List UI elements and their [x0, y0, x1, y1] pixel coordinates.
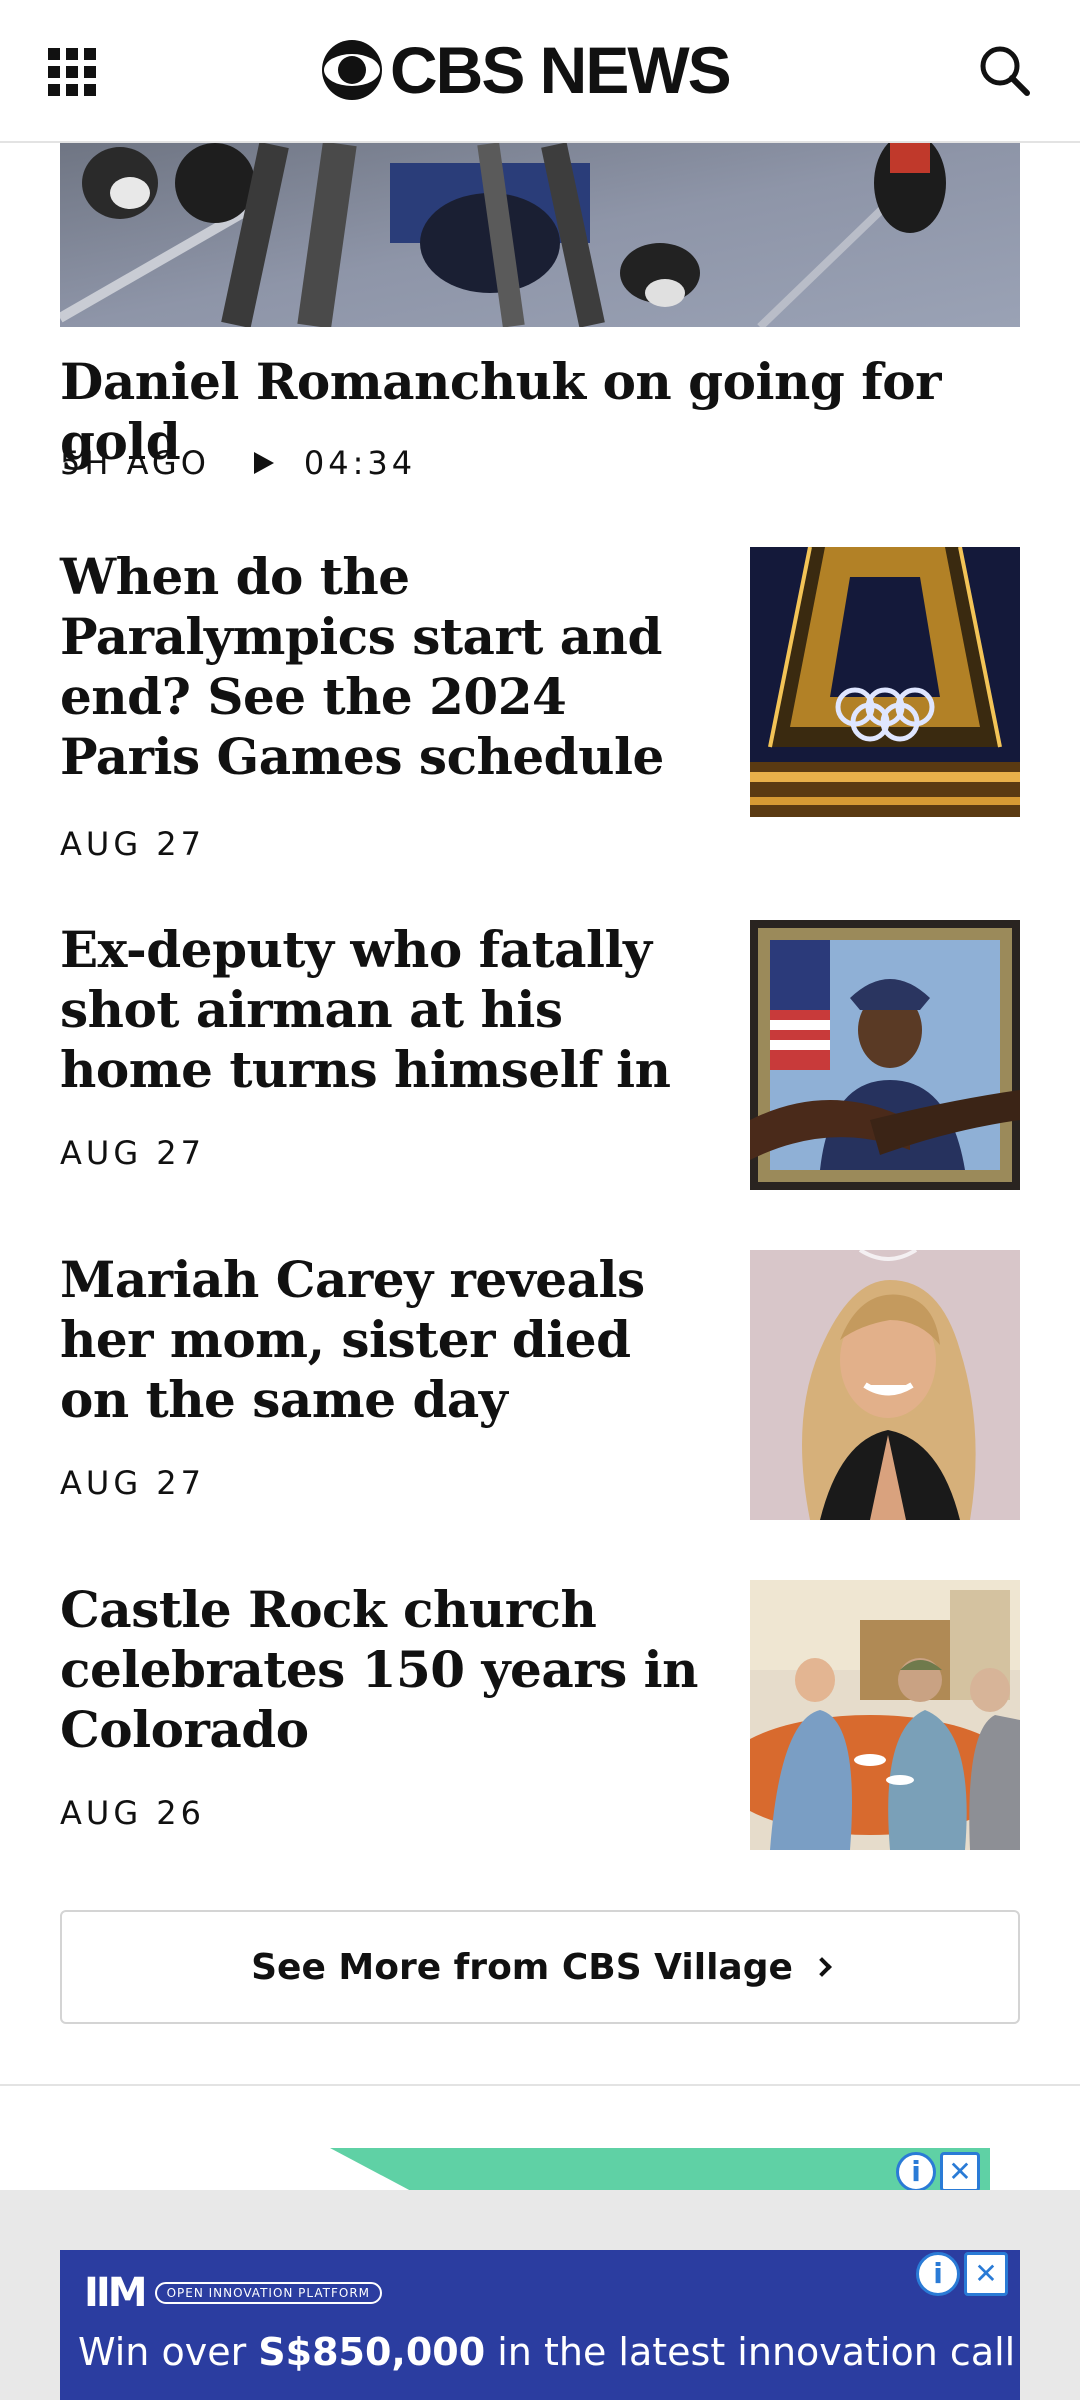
- ad-partial-banner[interactable]: [60, 2148, 990, 2190]
- article-thumbnail[interactable]: [750, 920, 1020, 1190]
- article-thumbnail[interactable]: [750, 1250, 1020, 1520]
- ad-pill: OPEN INNOVATION PLATFORM: [154, 2282, 383, 2304]
- chevron-right-icon: [811, 1957, 832, 1977]
- list-item[interactable]: Ex-deputy who fatally shot airman at his…: [60, 920, 1020, 1200]
- article-date: AUG 26: [60, 1794, 205, 1832]
- ad-controls-top: i ✕: [896, 2152, 980, 2192]
- cbs-eye-icon: [322, 40, 382, 100]
- article-date: AUG 27: [60, 1134, 205, 1172]
- list-item[interactable]: Castle Rock church celebrates 150 years …: [60, 1580, 1020, 1860]
- cbs-news-logo[interactable]: CBS NEWS: [322, 33, 732, 107]
- ad-info-icon[interactable]: i: [916, 2252, 960, 2296]
- top-app-bar: CBS NEWS: [0, 0, 1080, 143]
- article-headline[interactable]: Castle Rock church celebrates 150 years …: [60, 1580, 700, 1760]
- logo-text: CBS NEWS: [390, 33, 732, 107]
- ad-headline-amount: S$850,000: [258, 2330, 486, 2374]
- article-date: AUG 27: [60, 825, 205, 863]
- hero-time: 5H AGO: [60, 444, 210, 482]
- search-icon[interactable]: [976, 42, 1032, 98]
- hero-video-thumbnail[interactable]: [60, 143, 1020, 327]
- ad-close-icon[interactable]: ✕: [964, 2252, 1008, 2296]
- ad-headline-post: in the latest innovation call!: [485, 2330, 1020, 2374]
- article-thumbnail[interactable]: [750, 1580, 1020, 1850]
- article-thumbnail[interactable]: [750, 547, 1020, 817]
- grid-menu-icon[interactable]: [48, 48, 96, 96]
- ad-headline: Win over S$850,000 in the latest innovat…: [78, 2330, 1020, 2374]
- article-headline[interactable]: Mariah Carey reveals her mom, sister die…: [60, 1250, 700, 1430]
- list-item[interactable]: Mariah Carey reveals her mom, sister die…: [60, 1250, 1020, 1530]
- video-duration: 04:34: [303, 444, 417, 482]
- see-more-button[interactable]: See More from CBS Village: [60, 1910, 1020, 2024]
- sticky-ad-banner[interactable]: IIM OPEN INNOVATION PLATFORM Win over S$…: [60, 2250, 1020, 2400]
- see-more-label: See More from CBS Village: [251, 1946, 793, 1988]
- article-headline[interactable]: Ex-deputy who fatally shot airman at his…: [60, 920, 700, 1100]
- article-date: AUG 27: [60, 1464, 205, 1502]
- ad-headline-pre: Win over: [78, 2330, 259, 2374]
- list-item[interactable]: When do the Paralympics start and end? S…: [60, 547, 1020, 867]
- section-divider: [0, 2084, 1080, 2086]
- ad-controls: i ✕: [916, 2252, 1008, 2296]
- ad-close-icon[interactable]: ✕: [940, 2152, 980, 2192]
- ad-brand: IIM OPEN INNOVATION PLATFORM: [84, 2270, 383, 2316]
- article-headline[interactable]: When do the Paralympics start and end? S…: [60, 547, 700, 787]
- hero-meta: 5H AGO 04:34: [60, 444, 416, 482]
- ad-brand-mark: IIM: [84, 2270, 148, 2316]
- ad-info-icon[interactable]: i: [896, 2152, 936, 2192]
- play-icon: [253, 452, 274, 474]
